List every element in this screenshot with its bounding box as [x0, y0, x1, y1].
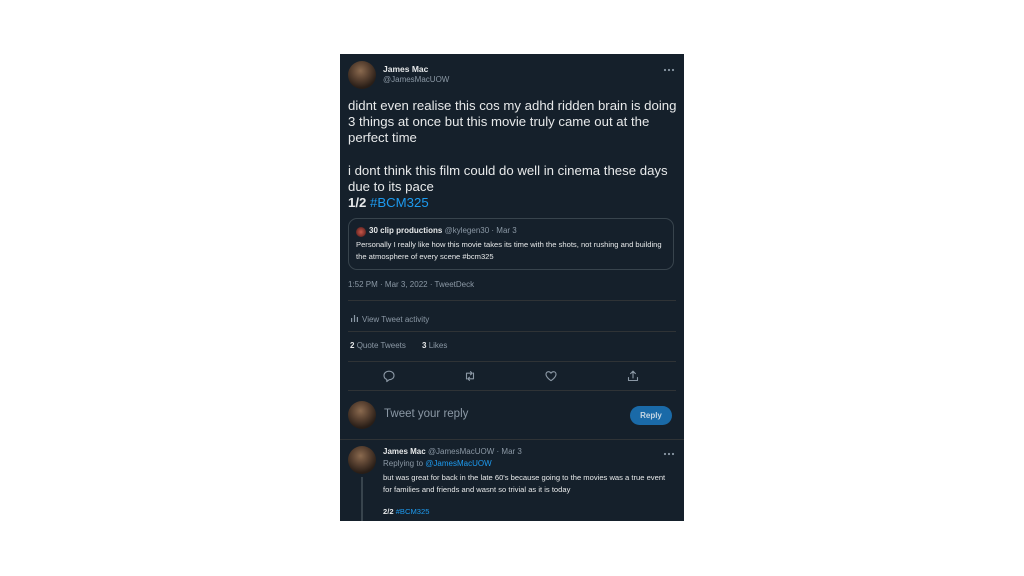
reply-footer: 2/2 #BCM325: [383, 507, 429, 516]
tweet-hashtag[interactable]: #BCM325: [370, 195, 429, 210]
quoted-author-handle: @kylegen30: [444, 226, 490, 235]
tweet-text-main: didnt even realise this cos my adhd ridd…: [348, 98, 677, 195]
more-icon[interactable]: [662, 62, 676, 72]
reply-hashtag[interactable]: #BCM325: [396, 507, 430, 516]
reply-icon[interactable]: [382, 369, 396, 383]
view-activity-label: View Tweet activity: [362, 314, 430, 324]
divider: [348, 390, 676, 391]
author-avatar[interactable]: [348, 61, 376, 89]
replying-to: Replying to @JamesMacUOW: [383, 459, 492, 468]
quoted-text: Personally I really like how this movie …: [356, 240, 662, 261]
replying-to-handle[interactable]: @JamesMacUOW: [425, 459, 491, 468]
reply-header: James Mac @JamesMacUOW · Mar 3: [383, 447, 522, 456]
author-handle[interactable]: @JamesMacUOW: [383, 75, 449, 84]
divider: [340, 439, 684, 440]
retweet-icon[interactable]: [463, 369, 477, 383]
reply-button[interactable]: Reply: [630, 406, 672, 425]
quote-count: 2: [350, 341, 355, 350]
quote-label: Quote Tweets: [356, 341, 406, 350]
reply-author-handle[interactable]: @JamesMacUOW: [428, 447, 494, 456]
tweet-timestamp[interactable]: 1:52 PM · Mar 3, 2022 · TweetDeck: [348, 280, 474, 289]
tweet-thread-count: 1/2: [348, 195, 367, 211]
user-avatar: [348, 401, 376, 429]
tweet-card: James Mac @JamesMacUOW didnt even realis…: [340, 54, 684, 521]
bar-chart-icon: [350, 310, 359, 328]
divider: [348, 331, 676, 332]
reply-author-avatar[interactable]: [348, 446, 376, 474]
divider: [348, 300, 676, 301]
quoted-avatar: [356, 227, 366, 237]
like-count: 3: [422, 341, 427, 350]
heart-icon[interactable]: [544, 369, 558, 383]
tweet-text: didnt even realise this cos my adhd ridd…: [348, 98, 678, 211]
reply-text: but was great for back in the late 60's …: [383, 473, 666, 494]
quoted-date: · Mar 3: [491, 226, 517, 235]
reply-thread-count: 2/2: [383, 507, 394, 516]
reply-input[interactable]: Tweet your reply: [384, 408, 468, 420]
view-activity-link[interactable]: View Tweet activity: [350, 310, 429, 328]
divider: [348, 361, 676, 362]
quoted-tweet[interactable]: 30 clip productions @kylegen30 · Mar 3 P…: [348, 218, 674, 270]
likes-stat[interactable]: 3 Likes: [422, 341, 447, 350]
quote-tweets-stat[interactable]: 2 Quote Tweets: [350, 341, 406, 350]
author-name[interactable]: James Mac: [383, 64, 428, 74]
thread-line: [361, 477, 363, 521]
quoted-author-name: 30 clip productions: [369, 226, 443, 235]
like-label: Likes: [428, 341, 448, 350]
reply-author-name[interactable]: James Mac: [383, 447, 426, 456]
share-icon[interactable]: [626, 369, 640, 383]
more-icon[interactable]: [662, 446, 676, 456]
replying-to-label: Replying to: [383, 459, 424, 468]
reply-date[interactable]: · Mar 3: [497, 447, 522, 456]
